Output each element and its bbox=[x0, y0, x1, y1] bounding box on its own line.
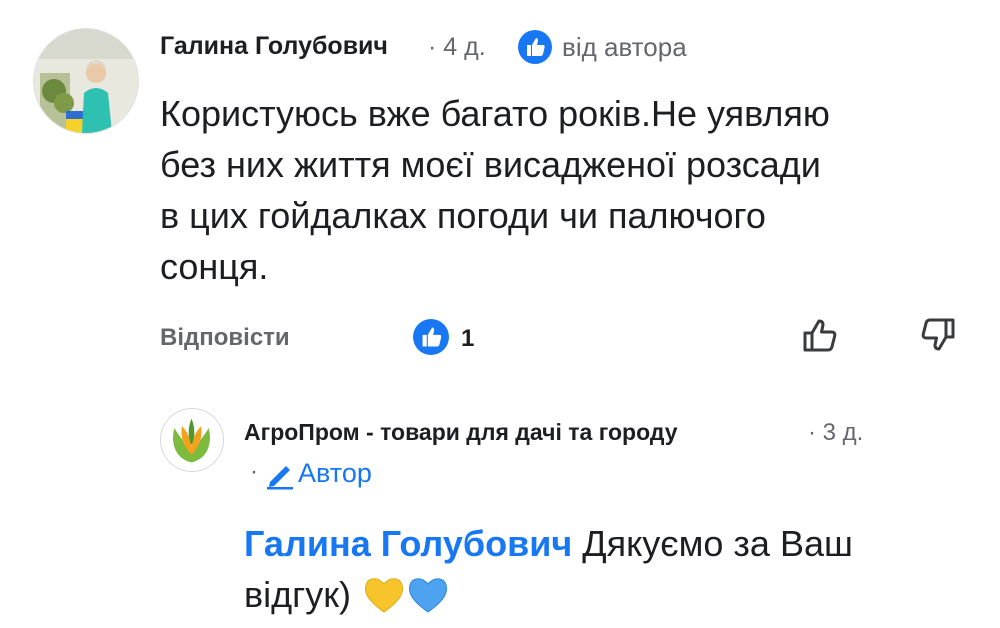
mention-link[interactable]: Галина Голубович bbox=[244, 523, 572, 564]
avatar-photo bbox=[34, 29, 138, 133]
avatar[interactable] bbox=[33, 28, 139, 134]
like-reaction-icon[interactable] bbox=[413, 319, 449, 355]
thumbs-down-icon[interactable] bbox=[916, 314, 958, 356]
reply-button[interactable]: Відповісти bbox=[160, 324, 290, 352]
reply-author-name[interactable]: АгроПром - товари для дачі та городу bbox=[244, 419, 678, 446]
by-author-label: від автора bbox=[562, 32, 687, 62]
comment-author-name[interactable]: Галина Голубович bbox=[160, 32, 388, 61]
comment-timestamp: · 4 д. bbox=[428, 33, 486, 61]
blue-heart-icon bbox=[407, 576, 449, 627]
yellow-heart-icon bbox=[363, 576, 405, 627]
like-count: 1 bbox=[461, 325, 475, 352]
comment-text: Користуюсь вже багато років.Не уявляю бе… bbox=[160, 93, 830, 287]
agroprom-logo-icon bbox=[172, 418, 211, 463]
like-badge-icon bbox=[518, 30, 552, 64]
author-tag: Автор bbox=[298, 458, 372, 488]
page-avatar[interactable] bbox=[160, 408, 224, 472]
reply-timestamp: · 3 д. bbox=[808, 419, 864, 446]
thumbs-up-icon[interactable] bbox=[800, 314, 842, 356]
pencil-icon bbox=[264, 458, 296, 490]
separator-dot: · bbox=[250, 458, 258, 485]
reply-text: Галина Голубович Дякуємо за Ваш відгук) bbox=[244, 518, 964, 627]
